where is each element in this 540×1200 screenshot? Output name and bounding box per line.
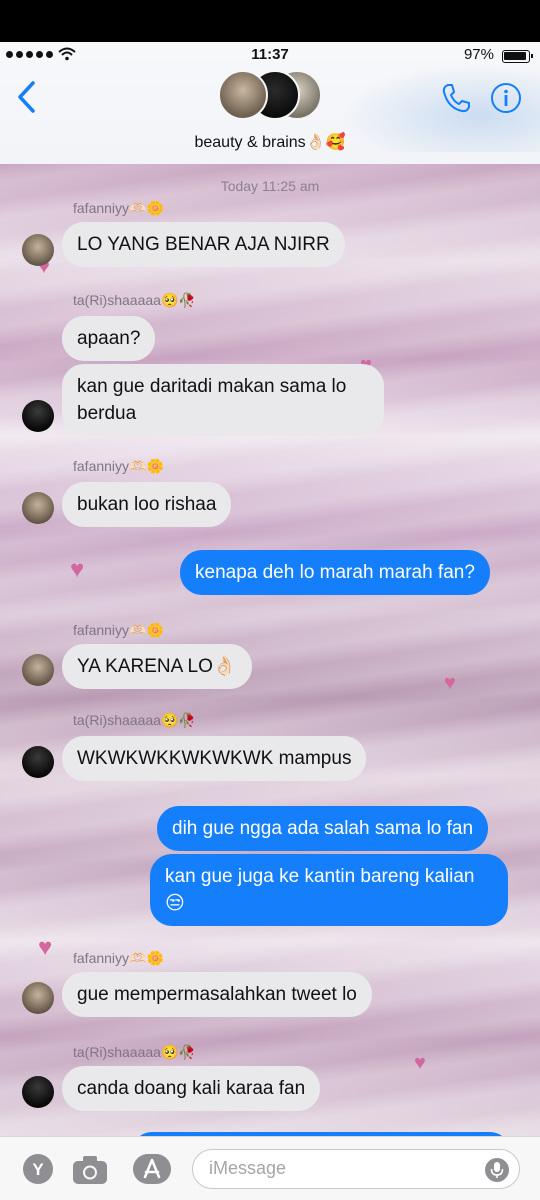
message-bubble[interactable]: apaan? xyxy=(62,316,156,361)
sender-name: ta(Ri)shaaaaa🥺🥀 xyxy=(73,292,196,308)
timestamp: Today 11:25 am xyxy=(220,178,320,194)
apps-icon[interactable] xyxy=(132,1153,172,1185)
phone-icon[interactable] xyxy=(440,82,472,114)
sender-name: fafanniyy🫶🏻🌼 xyxy=(73,950,164,966)
compose-bar: Y xyxy=(0,1136,540,1200)
avatar[interactable] xyxy=(22,982,54,1014)
message-bubble[interactable]: WKWKWKKWKWKWK mampus xyxy=(62,736,367,781)
message-bubble[interactable]: kan gue daritadi makan sama lo berdua xyxy=(62,364,384,436)
avatar[interactable] xyxy=(22,746,54,778)
battery-percent: 97% xyxy=(463,46,494,63)
avatar[interactable] xyxy=(22,654,54,686)
avatar xyxy=(218,70,268,120)
message-bubble[interactable]: kan gue juga ke kantin bareng kalian 😒 xyxy=(150,854,508,926)
heart-icon: ♥ xyxy=(444,672,456,694)
message-bubble[interactable]: LO YANG BENAR AJA NJIRR xyxy=(62,222,345,267)
status-time: 11:37 xyxy=(251,46,289,63)
sender-name: ta(Ri)shaaaaa🥺🥀 xyxy=(73,712,196,728)
camera-icon[interactable] xyxy=(72,1155,108,1185)
message-bubble[interactable]: bukan loo rishaa xyxy=(62,482,232,527)
heart-icon: ♥ xyxy=(70,556,85,583)
microphone-icon[interactable] xyxy=(485,1158,509,1182)
back-icon[interactable] xyxy=(14,80,40,114)
status-bar: 11:37 97% xyxy=(0,42,540,68)
message-thread[interactable]: ♥ ♥ ♥ ♥ ♥ ♥ Today 11:25 am fafanniyy🫶🏻🌼 … xyxy=(0,164,540,1136)
message-bubble[interactable]: dih gue ngga ada salah sama lo fan xyxy=(157,806,489,851)
info-icon[interactable] xyxy=(490,82,522,114)
sender-name: ta(Ri)shaaaaa🥺🥀 xyxy=(73,1044,196,1060)
avatar[interactable] xyxy=(22,1076,54,1108)
heart-icon: ♥ xyxy=(38,934,53,961)
app-store-y-icon[interactable]: Y xyxy=(22,1153,54,1185)
top-bezel xyxy=(0,0,540,42)
avatar[interactable] xyxy=(22,234,54,266)
conversation-header: 11:37 97% beauty & brains👌🏻🥰 xyxy=(0,42,540,164)
message-bubble[interactable]: kenapa deh lo marah marah fan? xyxy=(180,550,490,595)
avatar[interactable] xyxy=(22,400,54,432)
avatar[interactable] xyxy=(22,492,54,524)
svg-text:Y: Y xyxy=(32,1160,44,1179)
sender-name: fafanniyy🫶🏻🌼 xyxy=(73,622,164,638)
sender-name: fafanniyy🫶🏻🌼 xyxy=(73,458,164,474)
sender-name: fafanniyy🫶🏻🌼 xyxy=(73,200,164,216)
heart-icon: ♥ xyxy=(414,1052,426,1074)
message-bubble[interactable]: gue mempermasalahkan tweet lo xyxy=(62,972,372,1017)
message-input[interactable] xyxy=(209,1158,479,1179)
group-name[interactable]: beauty & brains👌🏻🥰 xyxy=(0,132,540,152)
battery-icon xyxy=(502,50,533,63)
group-avatars[interactable] xyxy=(218,70,328,122)
message-bubble[interactable]: canda doang kali karaa fan xyxy=(62,1066,321,1111)
message-input-container[interactable] xyxy=(192,1149,520,1189)
message-bubble[interactable]: YA KARENA LO👌🏻 xyxy=(62,644,252,689)
